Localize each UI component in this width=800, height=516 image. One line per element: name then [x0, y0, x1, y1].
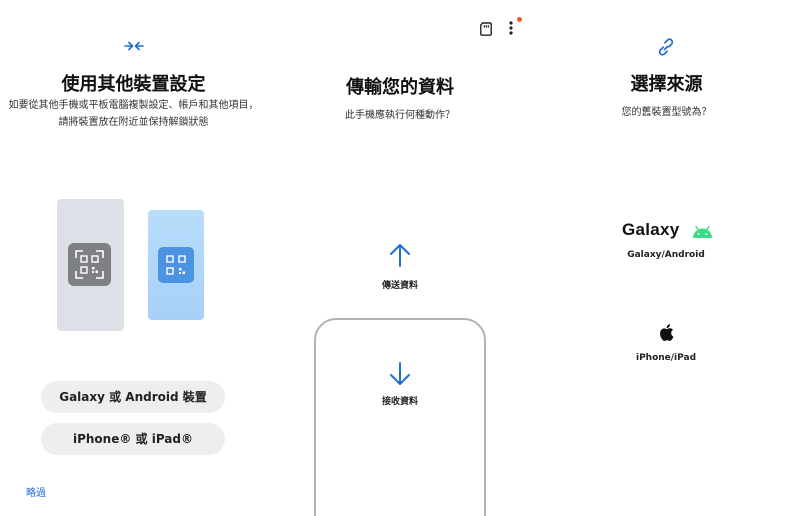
panel-title: 使用其他裝置設定 — [61, 74, 206, 95]
old-phone-illustration — [57, 199, 124, 331]
receive-data-label: 接收資料 — [381, 397, 418, 407]
choose-source-panel: 選擇來源 您的舊裝置型號為？ Galaxy Galaxy/Android iPh… — [533, 0, 800, 516]
setup-from-other-device-panel: 使用其他裝置設定 如要從其他手機或平板電腦複製設定、帳戶和其他項目， 請將裝置放… — [0, 0, 267, 516]
new-phone-illustration — [148, 210, 204, 320]
send-data-option[interactable]: 傳送資料 — [357, 238, 443, 298]
arrow-up-icon — [390, 244, 410, 267]
panel-subtitle: 您的舊裝置型號為？ — [621, 107, 712, 118]
link-icon — [658, 38, 674, 56]
qr-scan-icon — [68, 243, 111, 286]
iphone-ipad-source-option[interactable]: iPhone/iPad — [606, 320, 726, 370]
android-icon — [693, 225, 712, 238]
send-data-label: 傳送資料 — [381, 281, 418, 291]
receive-data-option[interactable]: 接收資料 — [314, 318, 486, 516]
panel-title: 傳輸您的資料 — [346, 77, 454, 98]
qr-code-icon — [158, 247, 194, 283]
galaxy-logo: Galaxy — [622, 220, 680, 239]
panel-title: 選擇來源 — [630, 74, 703, 95]
transfer-data-panel: 傳輸您的資料 此手機應執行何種動作？ 傳送資料 接收資料 — [267, 0, 533, 516]
transfer-arrows-icon — [124, 41, 144, 51]
iphone-ipad-button[interactable]: iPhone® 或 iPad® — [41, 423, 225, 455]
panel-subtitle-line1: 如要從其他手機或平板電腦複製設定、帳戶和其他項目， — [8, 100, 259, 111]
skip-button[interactable]: 略過 — [26, 484, 46, 499]
galaxy-android-source-option[interactable]: Galaxy Galaxy/Android — [606, 216, 726, 266]
iphone-ipad-label: iPhone/iPad — [635, 353, 697, 363]
panel-subtitle: 此手機應執行何種動作？ — [345, 110, 455, 121]
arrow-down-icon — [390, 362, 410, 385]
galaxy-android-device-button[interactable]: Galaxy 或 Android 裝置 — [41, 381, 225, 413]
galaxy-android-label: Galaxy/Android — [627, 250, 705, 260]
apple-icon — [660, 324, 674, 341]
panel-subtitle-line2: 請將裝置放在附近並保持解鎖狀態 — [58, 117, 209, 128]
